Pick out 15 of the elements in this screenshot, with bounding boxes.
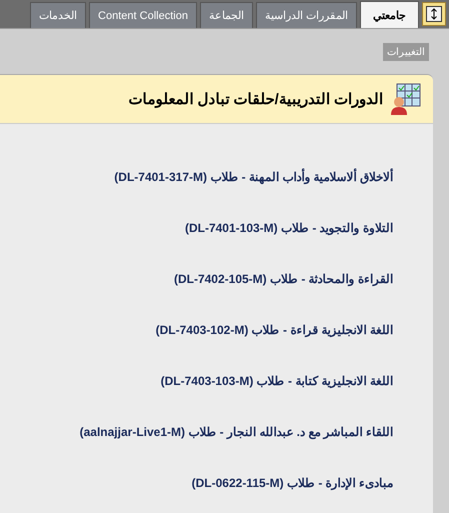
tab[interactable]: الجماعة [200,2,253,28]
tab[interactable]: المقررات الدراسية [256,2,357,28]
tab[interactable]: Content Collection [89,2,197,28]
tab[interactable]: جامعتي [360,1,419,28]
tab[interactable]: الخدمات [30,2,86,28]
course-link[interactable]: التلاوة والتجويد - طلاب (DL-7401-103-M) [0,221,393,235]
course-link[interactable]: اللغة الانجليزية كتابة - طلاب (DL-7403-103-M) [0,374,393,388]
course-link[interactable]: مبادىء الإدارة - طلاب (DL-0622-115-M) [0,476,393,490]
course-link[interactable]: اللغة الانجليزية قراءة - طلاب (DL-7403-102-M) [0,323,393,337]
course-link[interactable]: ألاخلاق ألاسلامية وأداب المهنة - طلاب (DL-7401-317-M) [0,170,393,184]
course-link[interactable]: اللقاء المباشر مع د. عبدالله النجار - طلاب (aalnajjar-Live1-M) [0,425,393,439]
calendar-person-icon [391,83,421,115]
module-title: الدورات التدريبية/حلقات تبادل المعلومات [128,90,383,108]
course-link[interactable]: القراءة والمحادثة - طلاب (DL-7402-105-M) [0,272,393,286]
expand-icon[interactable] [422,2,446,26]
